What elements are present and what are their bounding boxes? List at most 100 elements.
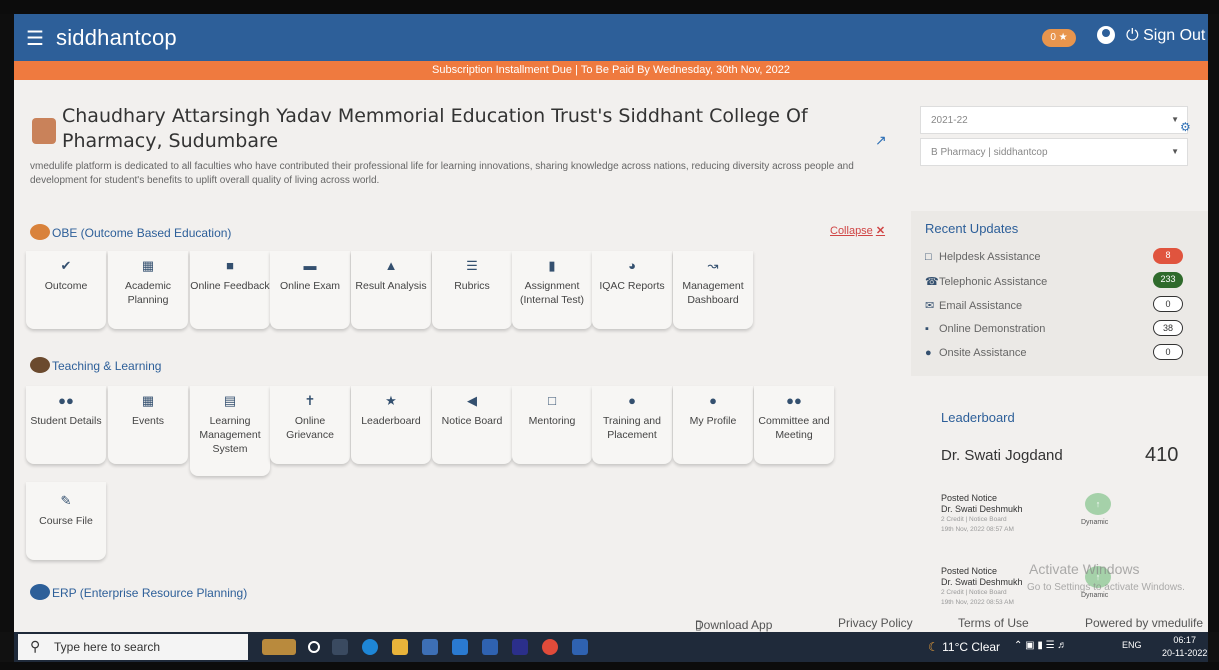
count-badge: 8	[1153, 248, 1183, 264]
folder-icon: ▬	[303, 258, 317, 273]
collapse-button[interactable]: Collapse ✕	[830, 224, 885, 237]
taskbar-search[interactable]: ⚲ Type here to search	[18, 634, 248, 660]
sign-out-button[interactable]: ⏻ Sign Out	[1126, 27, 1205, 45]
tile-iqac-reports[interactable]: ◕ IQAC Reports	[592, 251, 672, 329]
tile-online-grievance[interactable]: ✝ Online Grievance	[270, 386, 350, 464]
tile-management-dashboard[interactable]: ↝ Management Dashboard	[673, 251, 753, 329]
tile-mentoring[interactable]: □ Mentoring	[512, 386, 592, 464]
tile-label: Outcome	[44, 280, 88, 292]
erp-title-text: ERP (Enterprise Resource Planning)	[52, 586, 248, 600]
obe-section-title[interactable]: OBE (Outcome Based Education)	[30, 224, 231, 240]
teaching-section-title[interactable]: Teaching & Learning	[30, 357, 161, 373]
tile-online-feedback[interactable]: ■ Online Feedback	[190, 251, 270, 329]
chrome-browser-icon[interactable]	[542, 639, 558, 655]
app-icon[interactable]	[482, 639, 498, 655]
update-onsite[interactable]: ● Onsite Assistance 0	[925, 344, 1195, 360]
file-icon: ▮	[548, 258, 556, 273]
check-icon: ✔	[60, 258, 72, 273]
user-check-icon: ●	[925, 347, 932, 359]
academic-year-select[interactable]: 2021-22 ▼	[920, 106, 1188, 134]
tile-my-profile[interactable]: ● My Profile	[673, 386, 753, 464]
close-icon: ✕	[875, 225, 886, 237]
task-view-icon[interactable]	[332, 639, 348, 655]
update-online-demo[interactable]: ▪ Online Demonstration 38	[925, 320, 1195, 336]
word-icon[interactable]	[572, 639, 588, 655]
tile-label: Learning Management System	[199, 415, 261, 455]
tile-assignment[interactable]: ▮ Assignment (Internal Test)	[512, 251, 592, 329]
tile-notice-board[interactable]: ◀ Notice Board	[432, 386, 512, 464]
tile-online-exam[interactable]: ▬ Online Exam	[270, 251, 350, 329]
update-label: Online Demonstration	[939, 323, 1046, 335]
list-icon: ☰	[466, 258, 478, 273]
post-tag: Dynamic	[1081, 519, 1109, 526]
update-telephonic[interactable]: ☎Telephonic Assistance 233	[925, 272, 1195, 288]
comment-icon: ■	[226, 258, 234, 273]
user-account-icon[interactable]	[1097, 26, 1115, 44]
clock-date: 20-11-2022	[1162, 648, 1208, 658]
update-email[interactable]: ✉ Email Assistance 0	[925, 296, 1195, 312]
tile-learning-management-system[interactable]: ▤ Learning Management System	[190, 386, 270, 476]
leaderboard-title: Leaderboard	[941, 410, 1015, 425]
tile-leaderboard[interactable]: ★ Leaderboard	[351, 386, 431, 464]
file-explorer-icon[interactable]	[392, 639, 408, 655]
hamburger-menu-icon[interactable]: ☰	[26, 26, 44, 51]
tile-label: Notice Board	[441, 415, 503, 427]
update-label: Onsite Assistance	[939, 347, 1027, 359]
monitor-bezel	[0, 0, 1219, 14]
recent-updates-panel: Recent Updates □ Helpdesk Assistance 8 ☎Te…	[911, 211, 1208, 376]
subscription-banner[interactable]: Subscription Installment Due | To Be Pai…	[14, 61, 1208, 80]
tile-result-analysis[interactable]: ▲ Result Analysis	[351, 251, 431, 329]
powered-by-text[interactable]: Powered by vmedulife	[1085, 616, 1203, 630]
monitor-bezel	[0, 662, 1219, 670]
edge-browser-icon[interactable]	[362, 639, 378, 655]
user-icon: ●	[709, 393, 717, 408]
news-widget-icon[interactable]	[262, 639, 296, 655]
count-badge: 233	[1153, 272, 1183, 288]
cortana-icon[interactable]	[308, 641, 320, 653]
tile-label: Training and Placement	[603, 415, 661, 441]
search-icon: ⚲	[30, 638, 41, 654]
tile-training-placement[interactable]: ● Training and Placement	[592, 386, 672, 464]
download-app-label: Download App	[695, 618, 773, 632]
post-action: Posted Notice	[941, 493, 998, 503]
leaderboard-panel: Leaderboard Dr. Swati Jogdand 410 Posted…	[911, 392, 1208, 632]
program-select[interactable]: B Pharmacy | siddhantcop ▼	[920, 138, 1188, 166]
tile-committee-meeting[interactable]: ●● Committee and Meeting	[754, 386, 834, 464]
brand-name[interactable]: siddhantcop	[56, 25, 177, 51]
calendar-check-icon: ▦	[141, 393, 155, 408]
teaching-title-text: Teaching & Learning	[52, 359, 162, 373]
privacy-policy-link[interactable]: Privacy Policy	[838, 616, 913, 630]
terms-link[interactable]: Terms of Use	[958, 616, 1029, 630]
external-link-icon[interactable]: ↗	[875, 132, 887, 149]
erp-section-title[interactable]: ERP (Enterprise Resource Planning)	[30, 584, 247, 600]
mail-icon[interactable]	[452, 639, 468, 655]
taskbar-clock[interactable]: 06:17 20-11-2022	[1162, 634, 1207, 660]
tile-label: Online Exam	[279, 280, 341, 292]
tile-rubrics[interactable]: ☰ Rubrics	[432, 251, 512, 329]
activate-windows-watermark: Activate Windows	[1029, 561, 1140, 577]
chevron-down-icon: ▼	[1171, 115, 1179, 124]
gear-icon[interactable]: ⚙	[1180, 120, 1191, 134]
tile-label: IQAC Reports	[599, 280, 665, 292]
monitor-bezel	[1208, 14, 1219, 632]
weather-widget[interactable]: ☾ 11°C Clear	[928, 640, 1000, 654]
college-name: Chaudhary Attarsingh Yadav Memmorial Edu…	[62, 105, 808, 152]
web-page: ☰ siddhantcop 0 ★ ⏻ Sign Out Subscriptio…	[14, 14, 1208, 632]
teams-icon[interactable]	[512, 639, 528, 655]
group-icon: ●●	[786, 393, 802, 408]
store-icon[interactable]	[422, 639, 438, 655]
language-indicator[interactable]: ENG	[1122, 640, 1142, 650]
tile-label: Result Analysis	[355, 280, 427, 292]
tile-student-details[interactable]: ●● Student Details	[26, 386, 106, 464]
update-label: Email Assistance	[939, 300, 1023, 312]
tile-course-file[interactable]: ✎ Course File	[26, 482, 106, 560]
trophy-badge[interactable]: 0 ★	[1042, 29, 1076, 47]
update-helpdesk[interactable]: □ Helpdesk Assistance 8	[925, 248, 1195, 264]
tile-outcome[interactable]: ✔ Outcome	[26, 251, 106, 329]
tile-academic-planning[interactable]: ▦ Academic Planning	[108, 251, 188, 329]
tile-events[interactable]: ▦ Events	[108, 386, 188, 464]
count-badge: 0	[1153, 296, 1183, 312]
person-icon: ✝	[304, 393, 316, 408]
moon-icon: ☾	[928, 640, 939, 654]
system-tray[interactable]: ⌃ ▣ ▮ ☰ ♬	[1014, 640, 1067, 651]
